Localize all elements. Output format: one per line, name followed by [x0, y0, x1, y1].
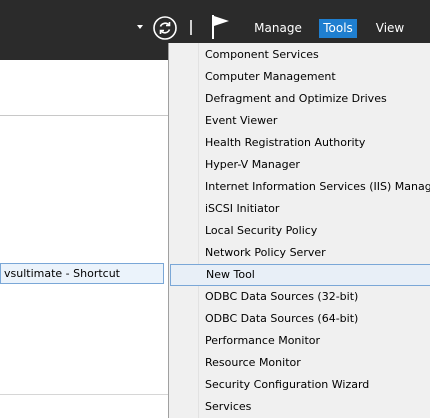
menu-item-local-security-policy[interactable]: Local Security Policy: [169, 220, 430, 242]
menu-tools[interactable]: Tools: [319, 19, 357, 38]
shortcut-label: vsultimate - Shortcut: [4, 267, 120, 280]
menu-item-network-policy-server[interactable]: Network Policy Server: [169, 242, 430, 264]
menu-item-new-tool[interactable]: New Tool: [170, 264, 430, 286]
menu-manage[interactable]: Manage: [250, 19, 306, 38]
menu-item-label: New Tool: [206, 268, 255, 281]
menu-item-odbc-32[interactable]: ODBC Data Sources (32-bit): [169, 286, 430, 308]
menu-item-label: Event Viewer: [205, 114, 278, 127]
menu-item-component-services[interactable]: Component Services: [169, 44, 430, 66]
menu-item-label: Internet Information Services (IIS) Mana…: [205, 180, 430, 193]
menu-item-label: Defragment and Optimize Drives: [205, 92, 387, 105]
menu-item-label: ODBC Data Sources (32-bit): [205, 290, 359, 303]
divider: [0, 115, 168, 116]
menu-item-label: ODBC Data Sources (64-bit): [205, 312, 359, 325]
menu-item-defragment[interactable]: Defragment and Optimize Drives: [169, 88, 430, 110]
refresh-icon[interactable]: [152, 15, 178, 41]
menu-view[interactable]: View: [371, 19, 409, 38]
menu-item-security-configuration-wizard[interactable]: Security Configuration Wizard: [169, 374, 430, 396]
menu-item-computer-management[interactable]: Computer Management: [169, 66, 430, 88]
menu-item-odbc-64[interactable]: ODBC Data Sources (64-bit): [169, 308, 430, 330]
menu-item-iis-manager[interactable]: Internet Information Services (IIS) Mana…: [169, 176, 430, 198]
left-content-panel: vsultimate - Shortcut: [0, 60, 168, 418]
menu-item-health-registration-authority[interactable]: Health Registration Authority: [169, 132, 430, 154]
menu-item-label: Performance Monitor: [205, 334, 321, 347]
shortcut-list-item[interactable]: vsultimate - Shortcut: [0, 263, 164, 284]
tools-dropdown-menu: Component Services Computer Management D…: [168, 43, 430, 418]
menu-item-services[interactable]: Services: [169, 396, 430, 418]
dropdown-arrow-icon[interactable]: [137, 25, 143, 29]
menu-item-label: Network Policy Server: [205, 246, 326, 259]
divider: [0, 394, 168, 395]
menu-item-iscsi-initiator[interactable]: iSCSI Initiator: [169, 198, 430, 220]
menu-item-label: Component Services: [205, 48, 319, 61]
menu-item-label: Local Security Policy: [205, 224, 318, 237]
menu-item-label: Health Registration Authority: [205, 136, 366, 149]
menu-item-label: Computer Management: [205, 70, 336, 83]
menu-item-resource-monitor[interactable]: Resource Monitor: [169, 352, 430, 374]
menu-item-event-viewer[interactable]: Event Viewer: [169, 110, 430, 132]
menu-item-label: Hyper-V Manager: [205, 158, 300, 171]
menu-item-label: iSCSI Initiator: [205, 202, 280, 215]
toolbar-separator: [190, 20, 192, 35]
notification-flag-icon[interactable]: [210, 13, 232, 41]
menu-item-label: Resource Monitor: [205, 356, 301, 369]
menu-item-label: Security Configuration Wizard: [205, 378, 370, 391]
menu-item-label: Services: [205, 400, 252, 413]
menu-item-hyper-v-manager[interactable]: Hyper-V Manager: [169, 154, 430, 176]
menu-item-performance-monitor[interactable]: Performance Monitor: [169, 330, 430, 352]
